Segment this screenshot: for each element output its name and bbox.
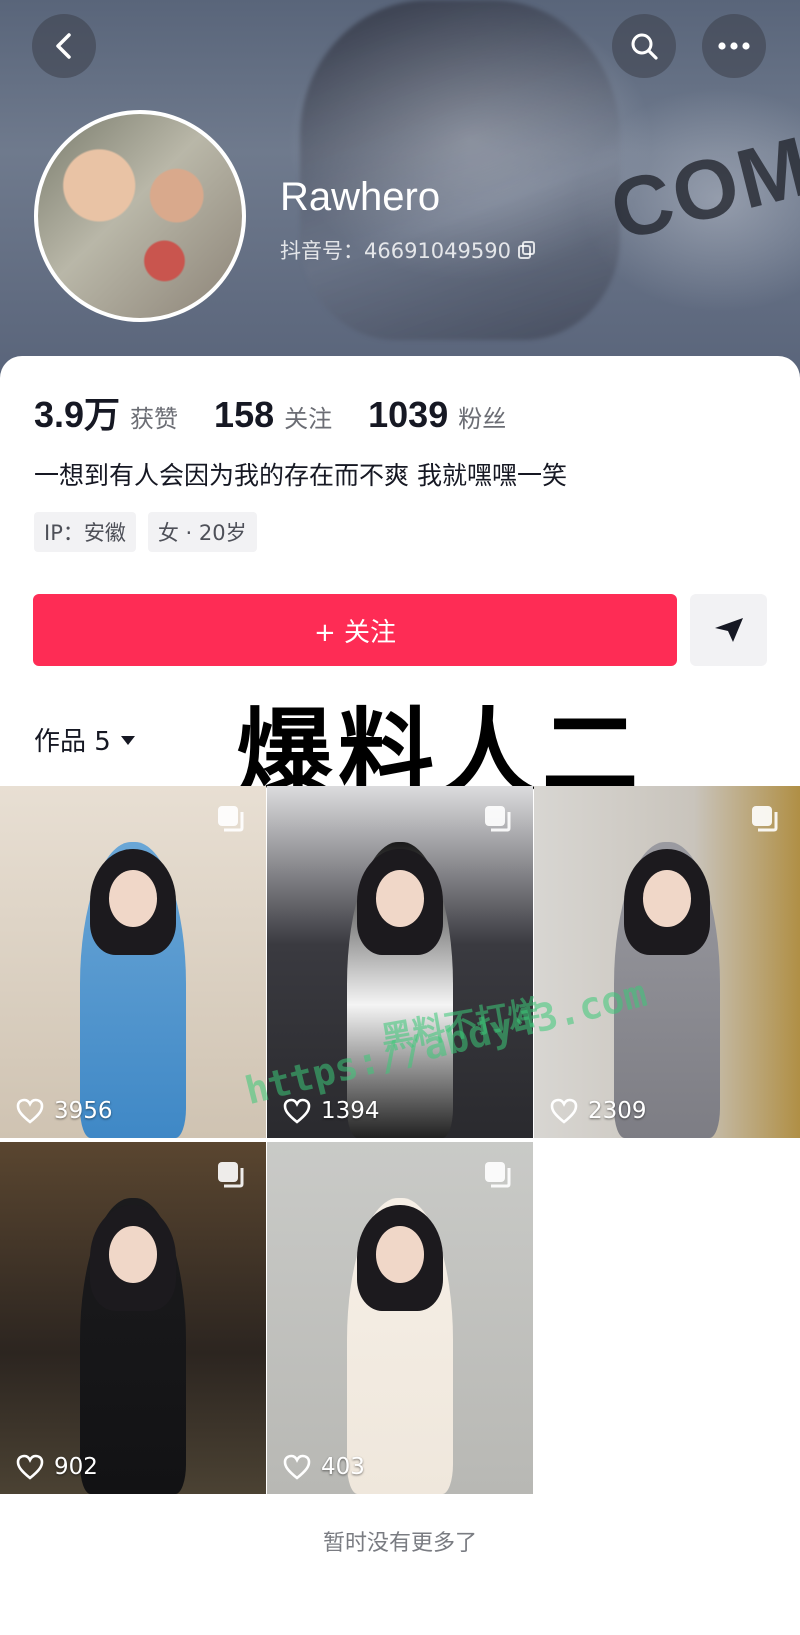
copy-icon[interactable]: [517, 240, 537, 260]
more-button[interactable]: [702, 14, 766, 78]
stat-following-label: 关注: [284, 405, 333, 433]
post-tile[interactable]: 1394: [267, 786, 533, 1138]
post-likes-count: 2309: [588, 1098, 647, 1124]
post-tile[interactable]: 3956: [0, 786, 266, 1138]
stat-followers-label: 粉丝: [458, 405, 507, 433]
heart-icon: [16, 1454, 44, 1480]
stat-followers[interactable]: 1039 粉丝: [368, 394, 506, 436]
multi-image-icon: [218, 1162, 244, 1188]
post-likes: 1394: [283, 1098, 380, 1124]
post-tile[interactable]: 403: [267, 1142, 533, 1494]
profile-banner: COM Rawhero 抖音号：46691049590: [0, 0, 800, 380]
stat-likes-value: 3.9万: [34, 394, 121, 435]
bio-text: 一想到有人会因为我的存在而不爽 我就嘿嘿一笑: [34, 461, 567, 490]
follow-button[interactable]: + 关注: [33, 594, 677, 666]
post-thumbnail-face: [643, 870, 691, 927]
post-likes-count: 1394: [321, 1098, 380, 1124]
heart-icon: [550, 1098, 578, 1124]
post-tile[interactable]: 2309: [534, 786, 800, 1138]
post-likes: 403: [283, 1454, 365, 1480]
stat-likes-label: 获赞: [130, 405, 179, 433]
post-thumbnail-face: [376, 1226, 424, 1283]
post-likes-count: 3956: [54, 1098, 113, 1124]
stat-following[interactable]: 158 关注: [214, 394, 332, 436]
back-arrow-icon: [56, 33, 71, 59]
stat-likes[interactable]: 3.9万 获赞: [34, 386, 178, 438]
heart-icon: [283, 1098, 311, 1124]
post-thumbnail-face: [376, 870, 424, 927]
heart-icon: [283, 1454, 311, 1480]
post-thumbnail-face: [109, 870, 157, 927]
douyin-id[interactable]: 抖音号：46691049590: [280, 235, 537, 265]
multi-image-icon: [218, 806, 244, 832]
share-button[interactable]: [690, 594, 767, 666]
post-likes: 3956: [16, 1098, 113, 1124]
avatar[interactable]: [34, 110, 246, 322]
search-button[interactable]: [612, 14, 676, 78]
post-likes: 2309: [550, 1098, 647, 1124]
username: Rawhero: [280, 175, 441, 219]
post-tile[interactable]: 902: [0, 1142, 266, 1494]
heart-icon: [16, 1098, 44, 1124]
back-button[interactable]: [32, 14, 96, 78]
post-likes-count: 403: [321, 1454, 365, 1480]
stat-following-value: 158: [214, 394, 275, 435]
banner-graphic-text: COM: [601, 117, 800, 259]
gender-age-tag: 女 · 20岁: [147, 512, 257, 552]
multi-image-icon: [485, 1162, 511, 1188]
post-likes-count: 902: [54, 1454, 98, 1480]
banner-artwork: [300, 0, 620, 340]
search-icon: [631, 33, 658, 60]
stat-followers-value: 1039: [368, 394, 449, 435]
douyin-id-text: 抖音号：46691049590: [280, 239, 511, 263]
dropdown-triangle-icon: [120, 735, 135, 745]
ip-location-tag: IP：安徽: [34, 512, 136, 552]
multi-image-icon: [485, 806, 511, 832]
post-thumbnail-face: [109, 1226, 157, 1283]
profile-stats: 3.9万 获赞 158 关注 1039 粉丝: [34, 386, 542, 438]
profile-tags: IP：安徽 女 · 20岁: [34, 512, 257, 552]
share-send-icon: [714, 618, 743, 642]
more-icon: [718, 42, 750, 50]
post-likes: 902: [16, 1454, 98, 1480]
works-tab-label: 作品 5: [34, 727, 111, 757]
end-of-list-text: 暂时没有更多了: [322, 1531, 477, 1556]
works-tab[interactable]: 作品 5: [34, 721, 137, 758]
multi-image-icon: [752, 806, 778, 832]
